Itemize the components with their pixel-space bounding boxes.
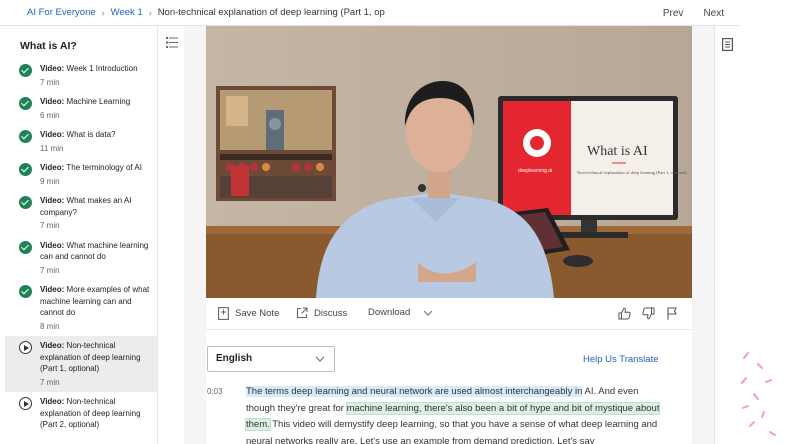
transcript-section: English Help Us Translate 0:03 The terms… [206,330,692,444]
item-type-label: Video: [40,341,65,350]
item-type-label: Video: [40,163,65,172]
play-circle-icon [19,341,32,354]
sidebar-item-terminology-of-ai[interactable]: Video: The terminology of AI 9 min [5,158,157,191]
item-type-label: Video: [40,240,65,250]
sidebar-item-what-is-data[interactable]: Video: What is data? 11 min [5,125,157,158]
discuss-button[interactable]: Discuss [296,307,347,319]
download-dropdown[interactable]: Download [368,307,434,318]
module-sidebar: What is AI? Video: Week 1 Introduction 7… [5,26,158,444]
save-note-label: Save Note [235,308,280,319]
breadcrumb: AI For Everyone › Week 1 › Non-technical… [0,7,385,18]
item-title: Machine Learning [66,97,131,106]
selected-language: English [216,353,253,364]
item-type-label: Video: [40,196,65,205]
chevron-down-icon [315,356,325,362]
transcript-timestamp[interactable]: 0:03 [207,387,223,396]
transcript-language-select[interactable]: English [207,346,335,372]
report-button[interactable] [666,307,678,323]
save-note-button[interactable]: Save Note [218,307,279,320]
item-duration: 11 min [40,143,64,153]
checkmark-icon [19,64,32,77]
sidebar-item-ai-company[interactable]: Video: What makes an AI company? 7 min [5,191,157,236]
checkmark-icon [19,196,32,209]
slide-title-text: What is AI [587,144,648,159]
current-phrase-highlight[interactable]: The terms deep learning and neural netwo… [246,386,583,397]
item-title: Week 1 Introduction [66,64,138,73]
sidebar-item-ml-can-and-cannot-do[interactable]: Video: What machine learning can and can… [5,236,157,281]
coursera-lecture-page: AI For Everyone › Week 1 › Non-technical… [0,0,790,444]
chevron-down-icon [423,310,433,316]
checkmark-icon [19,285,32,298]
slide-brand-text: deeplearning.ai [518,168,552,174]
item-duration: 7 min [40,221,60,230]
chevron-right-icon: › [148,7,152,18]
dislike-button[interactable] [642,307,655,323]
checkmark-icon [19,163,32,176]
item-duration: 7 min [40,377,60,387]
decorative-pattern [741,352,776,436]
video-frame: deeplearning.ai What is AI Non-technical… [206,26,692,298]
item-duration: 6 min [40,110,60,120]
play-circle-icon [19,397,32,410]
download-label: Download [368,307,411,318]
item-navigation: Prev Next [663,0,724,26]
save-note-icon [218,307,229,320]
item-duration: 7 min [40,265,60,275]
sidebar-item-deep-learning-part-2[interactable]: Video: Non-technical explanation of deep… [5,392,157,435]
item-duration: 7 min [40,77,60,87]
outline-toggle-button[interactable] [160,30,184,54]
breadcrumb-week-link[interactable]: Week 1 [111,7,143,18]
transcript-text[interactable]: The terms deep learning and neural netwo… [244,384,666,444]
notes-rail [714,26,740,444]
video-toolbar: Save Note Discuss Download [206,298,692,330]
sidebar-item-machine-learning[interactable]: Video: Machine Learning 6 min [5,92,157,125]
breadcrumb-current-item: Non-technical explanation of deep learni… [157,7,385,18]
checkmark-icon [19,97,32,110]
item-duration: 9 min [40,176,60,186]
item-title: What is data? [66,130,116,139]
sidebar-item-deep-learning-part-1[interactable]: Video: Non-technical explanation of deep… [5,336,157,392]
list-icon [166,36,178,48]
item-type-label: Video: [40,285,65,294]
item-title: The terminology of AI [66,163,142,172]
item-duration: 8 min [40,321,60,331]
transcript-phrase[interactable]: This video will demystify deep learning,… [246,419,657,444]
checkmark-icon [19,130,32,143]
item-type-label: Video: [40,97,65,106]
item-type-label: Video: [40,64,65,73]
prev-button[interactable]: Prev [663,8,684,19]
item-type-label: Video: [40,130,65,139]
notes-button[interactable] [722,38,734,56]
checkmark-icon [19,240,32,254]
discuss-label: Discuss [314,307,348,319]
next-button[interactable]: Next [703,8,724,19]
notes-icon [722,38,734,52]
chevron-right-icon: › [101,7,105,18]
module-title: What is AI? [20,40,77,52]
flag-icon [667,307,677,320]
sidebar-item-more-examples[interactable]: Video: More examples of what machine lea… [5,280,157,336]
like-button[interactable] [618,307,631,323]
external-link-icon [296,307,308,319]
thumbs-down-icon [642,307,655,320]
sidebar-item-week-1-introduction[interactable]: Video: Week 1 Introduction 7 min [5,59,157,92]
item-type-label: Video: [40,397,65,406]
thumbs-up-icon [618,307,631,320]
help-us-translate-link[interactable]: Help Us Translate [583,354,659,365]
top-bar: AI For Everyone › Week 1 › Non-technical… [0,0,740,26]
video-player[interactable]: deeplearning.ai What is AI Non-technical… [206,26,692,298]
breadcrumb-course-link[interactable]: AI For Everyone [27,7,96,18]
